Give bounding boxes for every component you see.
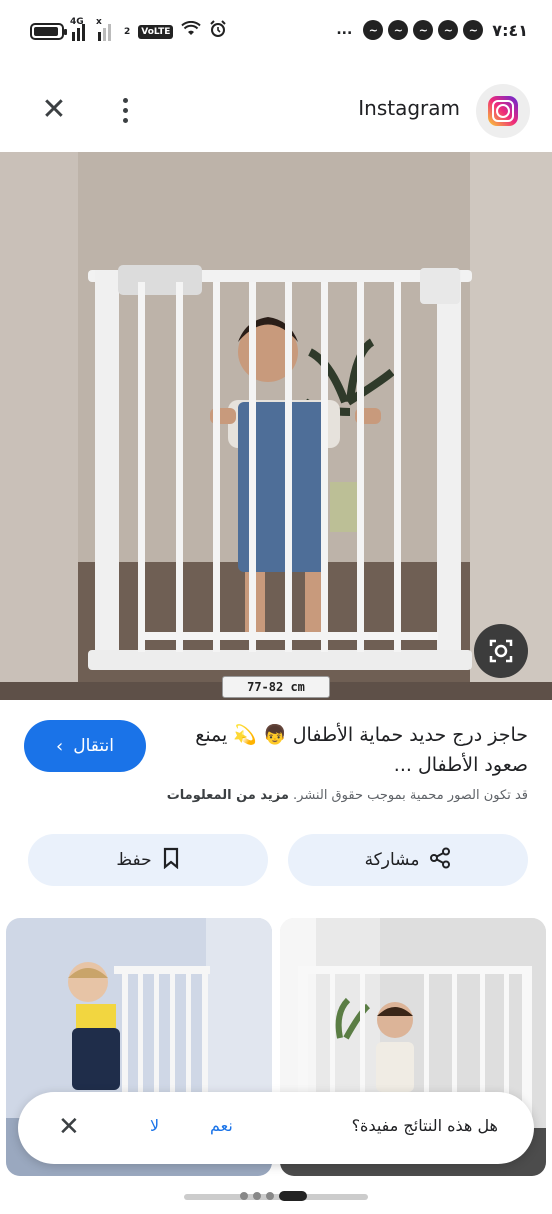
more-info-link[interactable]: مزيد من المعلومات bbox=[167, 788, 289, 803]
sim2-label: 2 bbox=[124, 26, 131, 37]
more-notifications: ... bbox=[336, 22, 353, 38]
alarm-icon bbox=[209, 20, 227, 43]
viewer-header: ✕ Instagram bbox=[0, 62, 552, 152]
system-nav-bar bbox=[0, 1176, 552, 1214]
messenger-icon: ~ bbox=[413, 20, 434, 40]
page-indicator bbox=[240, 1191, 307, 1201]
network-type: 4G bbox=[70, 16, 84, 27]
signal-2-icon: x bbox=[96, 17, 116, 41]
visit-button-label: انتقال bbox=[73, 736, 114, 756]
more-options-icon[interactable] bbox=[110, 92, 140, 128]
main-image[interactable]: 77-82 cm bbox=[0, 152, 552, 700]
feedback-no-button[interactable]: لا bbox=[150, 1116, 159, 1135]
feedback-bar: هل هذه النتائج مفيدة؟ نعم لا ✕ bbox=[18, 1092, 534, 1164]
share-button[interactable]: مشاركة bbox=[288, 834, 528, 886]
baby-gate-photo bbox=[0, 152, 552, 700]
lens-icon bbox=[489, 639, 513, 663]
clock: ٧:٤١ bbox=[492, 20, 528, 40]
volte-badge: VoLTE bbox=[138, 24, 174, 39]
bookmark-icon bbox=[162, 847, 180, 874]
result-title[interactable]: حاجز درج حديد حماية الأطفال 👦 💫 يمنع صعو… bbox=[188, 720, 528, 780]
size-label: 77-82 cm bbox=[222, 676, 330, 698]
instagram-logo-icon[interactable] bbox=[476, 84, 530, 138]
close-icon[interactable]: ✕ bbox=[58, 1110, 80, 1144]
status-bar: 4G x 2 VoLTE ... ~ ~ ~ ~ ~ ٧:٤١ bbox=[0, 0, 552, 62]
messenger-icon: ~ bbox=[363, 20, 384, 40]
messenger-icon: ~ bbox=[438, 20, 459, 40]
chevron-left-icon: ‹ bbox=[56, 735, 64, 757]
no-signal-mark: x bbox=[96, 16, 102, 27]
signal-icon: 4G bbox=[70, 17, 90, 41]
feedback-yes-button[interactable]: نعم bbox=[210, 1116, 233, 1135]
feedback-question: هل هذه النتائج مفيدة؟ bbox=[351, 1116, 498, 1135]
wifi-icon bbox=[181, 20, 202, 42]
save-button-label: حفظ bbox=[116, 850, 152, 870]
messenger-icon: ~ bbox=[388, 20, 409, 40]
close-icon[interactable]: ✕ bbox=[36, 92, 72, 128]
copyright-notice: قد تكون الصور محمية بموجب حقوق النشر. مز… bbox=[24, 788, 528, 803]
share-icon bbox=[429, 847, 451, 874]
source-site-name[interactable]: Instagram bbox=[358, 96, 460, 120]
visit-button[interactable]: ‹ انتقال bbox=[24, 720, 146, 772]
share-button-label: مشاركة bbox=[364, 850, 420, 870]
battery-icon bbox=[30, 23, 67, 40]
google-lens-button[interactable] bbox=[474, 624, 528, 678]
copyright-text: قد تكون الصور محمية بموجب حقوق النشر. bbox=[293, 788, 528, 803]
messenger-icon: ~ bbox=[463, 20, 484, 40]
save-button[interactable]: حفظ bbox=[28, 834, 268, 886]
